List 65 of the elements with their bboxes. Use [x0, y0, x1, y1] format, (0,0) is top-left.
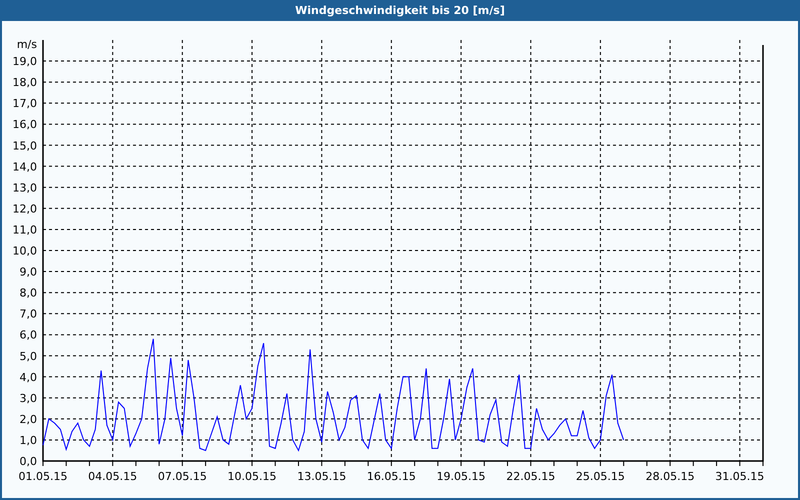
tick-mark [414, 460, 416, 466]
y-tick-label: 10,0 [12, 244, 37, 258]
tick-mark [530, 460, 532, 466]
y-tick-label: 18,0 [12, 76, 37, 90]
x-tick-label: 13.05.15 [297, 470, 346, 483]
x-tick-label: 01.05.15 [18, 470, 68, 483]
tick-mark [298, 460, 299, 466]
tick-mark [135, 460, 136, 466]
tick-mark [42, 460, 44, 466]
y-tick-label: 3,0 [20, 392, 37, 405]
y-tick-label: 14,0 [12, 160, 37, 174]
tick-mark [205, 460, 206, 466]
x-tick-label: 04.05.15 [88, 470, 138, 483]
tick-mark [368, 460, 369, 466]
tick-mark [228, 460, 230, 466]
tick-mark [576, 460, 578, 466]
tick-mark [739, 460, 740, 466]
tick-mark [553, 460, 554, 466]
tick-mark [507, 460, 508, 466]
y-tick-label: 15,0 [12, 139, 37, 152]
y-axis-unit: m/s [16, 38, 37, 51]
y-tick-label: 6,0 [20, 328, 37, 342]
tick-mark [112, 460, 114, 466]
x-tick-label: 28.05.15 [646, 470, 695, 483]
tick-mark [623, 460, 624, 466]
y-tick-label: 5,0 [20, 350, 37, 363]
tick-mark [66, 460, 67, 466]
x-tick-label: 07.05.15 [158, 470, 207, 483]
tick-mark [88, 460, 90, 466]
tick-mark [158, 460, 160, 466]
y-tick-label: 11,0 [12, 223, 37, 236]
y-tick-label: 16,0 [12, 118, 37, 132]
tick-mark [390, 460, 392, 466]
x-tick-label: 10.05.15 [228, 470, 277, 483]
y-tick-label: 13,0 [12, 181, 37, 194]
y-tick-label: 1,0 [20, 434, 37, 447]
y-tick-label: 19,0 [12, 55, 37, 68]
tick-mark [182, 460, 183, 466]
tick-mark [716, 460, 718, 466]
x-tick-label: 19.05.15 [436, 470, 486, 483]
tick-mark [670, 460, 671, 466]
y-tick-label: 8,0 [20, 286, 37, 300]
tick-mark [460, 460, 462, 466]
tick-mark [437, 460, 438, 466]
y-tick-label: 12,0 [12, 202, 37, 216]
tick-mark [692, 460, 694, 466]
x-tick-label: 31.05.15 [715, 470, 764, 483]
x-tick-label: 16.05.15 [366, 470, 416, 483]
tick-mark [252, 460, 253, 466]
tick-mark [762, 460, 764, 466]
tick-mark [646, 460, 648, 466]
tick-mark [321, 460, 322, 466]
x-tick-label: 25.05.15 [576, 470, 625, 483]
y-tick-label: 7,0 [20, 308, 37, 321]
tick-mark [484, 460, 485, 466]
tick-mark [600, 460, 601, 466]
y-tick-label: 4,0 [20, 370, 37, 384]
x-tick-label: 22.05.15 [506, 470, 556, 483]
tick-mark [344, 460, 346, 466]
y-tick-label: 9,0 [20, 266, 37, 279]
y-tick-label: 17,0 [12, 97, 37, 110]
y-tick-label: 0,0 [20, 455, 37, 468]
y-tick-label: 2,0 [20, 412, 37, 426]
window-title: Windgeschwindigkeit bis 20 [m/s] [0, 0, 800, 21]
tick-mark [274, 460, 276, 466]
